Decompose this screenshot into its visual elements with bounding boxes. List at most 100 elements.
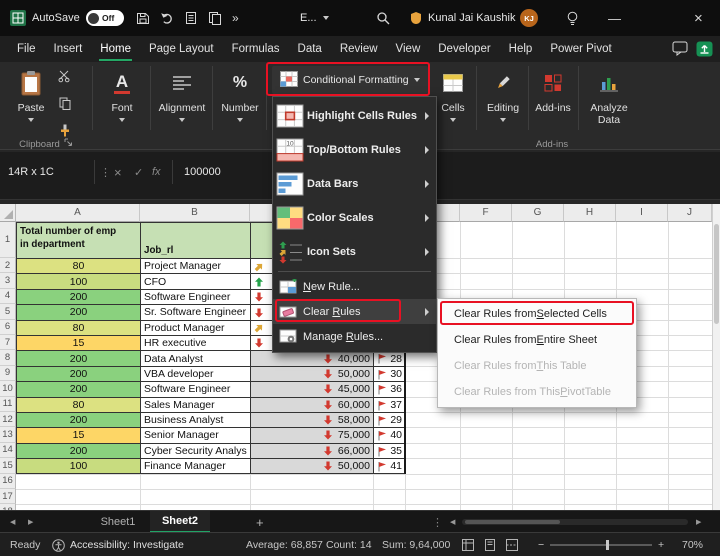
hscroll-left-icon[interactable]: ◀ bbox=[450, 511, 455, 533]
menu-item-top-bottom-rules[interactable]: 10Top/Bottom Rules bbox=[273, 133, 436, 167]
document-icon[interactable] bbox=[184, 0, 198, 36]
cell-job-role[interactable]: Product Manager bbox=[141, 321, 251, 336]
horizontal-scrollbar[interactable] bbox=[462, 519, 688, 525]
cell-salary[interactable]: 45,000 bbox=[251, 382, 374, 397]
cell-salary[interactable]: 58,000 bbox=[251, 413, 374, 428]
row-number[interactable]: 13 bbox=[0, 427, 16, 442]
minimize-button[interactable]: — bbox=[608, 0, 621, 36]
accessibility-icon[interactable] bbox=[52, 533, 65, 556]
save-icon[interactable] bbox=[136, 0, 150, 36]
cell-age[interactable]: 30 bbox=[374, 367, 406, 382]
zoom-slider[interactable] bbox=[550, 544, 652, 546]
row-number[interactable]: 8 bbox=[0, 350, 16, 365]
cell-b1[interactable]: Job_rl bbox=[141, 223, 251, 259]
cell-emp-count[interactable]: 200 bbox=[17, 444, 141, 459]
alignment-button[interactable]: Alignment bbox=[154, 66, 210, 122]
hscroll-right-icon[interactable]: ▶ bbox=[696, 511, 701, 533]
menu-tab-home[interactable]: Home bbox=[91, 36, 140, 62]
column-header-G[interactable]: G bbox=[512, 204, 564, 222]
cell-emp-count[interactable]: 200 bbox=[17, 305, 141, 320]
submenu-item-clear-rules-from-entire-sheet[interactable]: Clear Rules from Entire Sheet bbox=[438, 327, 636, 353]
cell-job-role[interactable]: Business Analyst bbox=[141, 413, 251, 428]
cell-age[interactable]: 36 bbox=[374, 382, 406, 397]
menu-item-manage-rules-[interactable]: Manage Rules... bbox=[273, 324, 436, 349]
menu-tab-view[interactable]: View bbox=[387, 36, 430, 62]
addins-button[interactable]: Add-ins bbox=[531, 66, 575, 114]
cell-emp-count[interactable]: 80 bbox=[17, 398, 141, 413]
menu-tab-file[interactable]: File bbox=[8, 36, 45, 62]
user-name[interactable]: Kunal Jai Kaushik bbox=[428, 0, 515, 36]
cell-salary[interactable]: 40,000 bbox=[251, 351, 374, 366]
cell-age[interactable]: 41 bbox=[374, 459, 406, 474]
menu-item-color-scales[interactable]: Color Scales bbox=[273, 201, 436, 235]
menu-tab-help[interactable]: Help bbox=[500, 36, 542, 62]
row-number[interactable]: 11 bbox=[0, 397, 16, 412]
row-number[interactable]: 15 bbox=[0, 458, 16, 473]
zoom-slider-thumb[interactable] bbox=[606, 540, 609, 550]
sheet-tab-sheet2[interactable]: Sheet2 bbox=[150, 511, 210, 533]
column-header-J[interactable]: J bbox=[668, 204, 712, 222]
analyze-data-button[interactable]: Analyze Data bbox=[582, 66, 636, 126]
name-box[interactable]: 14R x 1C bbox=[8, 160, 92, 184]
cell-emp-count[interactable]: 80 bbox=[17, 321, 141, 336]
cell-job-role[interactable]: Project Manager bbox=[141, 259, 251, 274]
cell-job-role[interactable]: Software Engineer bbox=[141, 382, 251, 397]
cell-salary[interactable]: 60,000 bbox=[251, 398, 374, 413]
view-normal-icon[interactable] bbox=[462, 533, 474, 556]
hscroll-thumb[interactable] bbox=[465, 520, 560, 524]
menu-item-new-rule-[interactable]: New Rule... bbox=[273, 274, 436, 299]
cells-button[interactable]: Cells bbox=[432, 66, 474, 122]
cell-emp-count[interactable]: 15 bbox=[17, 336, 141, 351]
view-page-layout-icon[interactable] bbox=[484, 533, 496, 556]
cut-icon[interactable] bbox=[58, 70, 71, 88]
cell-age[interactable]: 35 bbox=[374, 444, 406, 459]
cell-age[interactable]: 40 bbox=[374, 428, 406, 443]
row-number[interactable]: 4 bbox=[0, 289, 16, 304]
cell-salary[interactable]: 66,000 bbox=[251, 444, 374, 459]
cell-emp-count[interactable]: 200 bbox=[17, 382, 141, 397]
cell-job-role[interactable]: Data Analyst bbox=[141, 351, 251, 366]
copy-icon[interactable] bbox=[59, 97, 71, 115]
zoom-out-icon[interactable]: − bbox=[538, 533, 544, 556]
row-number[interactable]: 17 bbox=[0, 489, 16, 504]
cell-emp-count[interactable]: 200 bbox=[17, 413, 141, 428]
cell-emp-count[interactable]: 200 bbox=[17, 351, 141, 366]
row-number[interactable]: 7 bbox=[0, 335, 16, 350]
menu-tab-review[interactable]: Review bbox=[331, 36, 387, 62]
lightbulb-icon[interactable] bbox=[566, 0, 579, 36]
comments-icon[interactable] bbox=[672, 41, 688, 61]
cell-job-role[interactable]: Cyber Security Analys bbox=[141, 444, 251, 459]
autosave-toggle[interactable]: Off bbox=[86, 10, 124, 26]
cell-emp-count[interactable]: 15 bbox=[17, 428, 141, 443]
cell-age[interactable]: 29 bbox=[374, 413, 406, 428]
vertical-scrollbar[interactable] bbox=[712, 204, 720, 510]
row-number[interactable]: 5 bbox=[0, 304, 16, 319]
close-button[interactable]: × bbox=[694, 0, 703, 36]
menu-tab-developer[interactable]: Developer bbox=[429, 36, 499, 62]
undo-icon[interactable] bbox=[160, 0, 174, 36]
scrollbar-thumb[interactable] bbox=[714, 224, 719, 324]
row-number[interactable]: 12 bbox=[0, 412, 16, 427]
cell-emp-count[interactable]: 80 bbox=[17, 259, 141, 274]
menu-item-icon-sets[interactable]: Icon Sets bbox=[273, 235, 436, 269]
cell-job-role[interactable]: Software Engineer bbox=[141, 290, 251, 305]
menu-item-highlight-cells-rules[interactable]: Highlight Cells Rules bbox=[273, 99, 436, 133]
menu-tab-data[interactable]: Data bbox=[289, 36, 331, 62]
tabbar-more-icon[interactable]: ⋮ bbox=[432, 511, 443, 533]
cell-job-role[interactable]: CFO bbox=[141, 274, 251, 289]
view-page-break-icon[interactable] bbox=[506, 533, 518, 556]
menu-tab-power-pivot[interactable]: Power Pivot bbox=[541, 36, 620, 62]
name-box-more-icon[interactable]: ⋮ bbox=[100, 160, 111, 184]
sheet-tab-sheet1[interactable]: Sheet1 bbox=[88, 511, 148, 533]
menu-tab-page-layout[interactable]: Page Layout bbox=[140, 36, 223, 62]
zoom-level[interactable]: 70% bbox=[682, 533, 703, 556]
cell-emp-count[interactable]: 200 bbox=[17, 367, 141, 382]
menu-tab-insert[interactable]: Insert bbox=[45, 36, 92, 62]
menu-item-clear-rules[interactable]: Clear Rules bbox=[273, 299, 436, 324]
row-number[interactable]: 16 bbox=[0, 474, 16, 489]
row-number[interactable]: 6 bbox=[0, 320, 16, 335]
row-number[interactable]: 1 bbox=[0, 222, 16, 258]
copy-icon[interactable] bbox=[208, 0, 222, 36]
share-icon[interactable] bbox=[696, 41, 713, 62]
row-number[interactable]: 2 bbox=[0, 258, 16, 273]
